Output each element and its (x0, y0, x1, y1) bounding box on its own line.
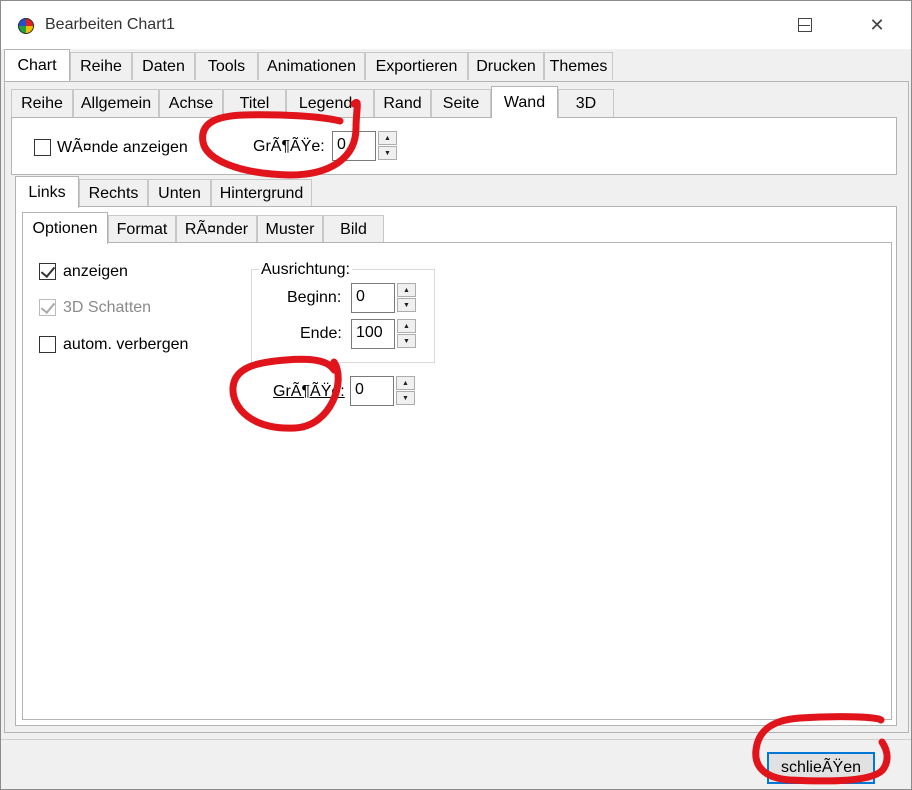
tab-label: Drucken (476, 57, 536, 75)
begin-label: Beginn: (287, 289, 342, 306)
end-stepper[interactable]: ▲ ▼ (397, 319, 416, 349)
tab-label: Allgemein (80, 94, 152, 112)
tab-tools[interactable]: Tools (195, 52, 258, 80)
arrow-up-icon[interactable]: ▲ (396, 376, 415, 390)
tab-label: Legende (298, 94, 362, 112)
autohide-checkbox[interactable] (39, 336, 56, 353)
begin-stepper[interactable]: ▲ ▼ (397, 283, 416, 313)
alignment-group-title: Ausrichtung: (259, 261, 352, 279)
tab-label: Rand (383, 94, 422, 112)
tab-label: Wand (503, 93, 546, 111)
close-icon: ✕ (869, 15, 885, 35)
end-label: Ende: (300, 325, 342, 342)
tab-label: Muster (265, 220, 315, 238)
tab-3d[interactable]: 3D (558, 89, 614, 117)
tab-seite[interactable]: Seite (431, 89, 491, 117)
tab-achse[interactable]: Achse (159, 89, 223, 117)
app-icon (18, 18, 34, 34)
tab-label: Seite (442, 94, 480, 112)
arrow-down-icon[interactable]: ▼ (396, 391, 415, 405)
tab-label: Tools (207, 57, 246, 75)
tab-titel[interactable]: Titel (223, 89, 286, 117)
tab-reihe[interactable]: Reihe (70, 52, 132, 80)
wall-size-stepper[interactable]: ▲ ▼ (378, 131, 397, 161)
tab-rand[interactable]: Rand (374, 89, 431, 117)
close-dialog-button[interactable]: schlieÃŸen (767, 752, 875, 784)
wand-settings-panel: WÃ¤nde anzeigen GrÃ¶ÃŸe: 0 ▲ ▼ (11, 117, 897, 175)
show-walls-checkbox[interactable] (34, 139, 51, 156)
option-size-stepper[interactable]: ▲ ▼ (396, 376, 415, 406)
tab-label: Reihe (21, 94, 63, 112)
tab-chart[interactable]: Chart (4, 49, 70, 81)
main-tab-row: Chart Reihe Daten Tools Animationen Expo… (4, 49, 909, 81)
show-walls-label: WÃ¤nde anzeigen (57, 139, 188, 156)
tab-label: Daten (142, 57, 185, 75)
tab-allgemein[interactable]: Allgemein (73, 89, 159, 117)
tab-optionen[interactable]: Optionen (22, 212, 108, 244)
arrow-down-icon[interactable]: ▼ (397, 334, 416, 348)
close-window-button[interactable]: ✕ (854, 1, 900, 49)
tab-label: Achse (168, 94, 214, 112)
options-page-panel: anzeigen 3D Schatten autom. verbergen Au… (22, 242, 892, 720)
tab-muster[interactable]: Muster (257, 215, 323, 243)
end-input[interactable]: 100 (351, 319, 395, 349)
tab-wand[interactable]: Wand (491, 86, 558, 118)
begin-input[interactable]: 0 (351, 283, 395, 313)
tab-label: Optionen (32, 219, 98, 237)
tab-links[interactable]: Links (15, 176, 79, 208)
tab-label: Exportieren (375, 57, 458, 75)
wall-size-label: GrÃ¶ÃŸe: (253, 138, 325, 155)
tab-animationen[interactable]: Animationen (258, 52, 365, 80)
maximize-icon (798, 18, 812, 32)
shadow-3d-checkbox[interactable] (39, 299, 56, 316)
wall-size-input[interactable]: 0 (332, 131, 376, 161)
tab-label: 3D (575, 94, 597, 112)
tab-format[interactable]: Format (108, 215, 176, 243)
tab-label: Reihe (80, 57, 122, 75)
close-dialog-label: schlieÃŸen (780, 759, 862, 776)
tab-daten[interactable]: Daten (132, 52, 195, 80)
tab-label: Unten (158, 184, 201, 202)
option-size-label: GrÃ¶ÃŸe: (273, 383, 345, 400)
footer-separator (1, 739, 911, 740)
tab-label: Chart (17, 56, 57, 74)
window-title: Bearbeiten Chart1 (45, 16, 175, 33)
title-bar[interactable]: Bearbeiten Chart1 (1, 1, 911, 49)
tab-themes[interactable]: Themes (544, 52, 613, 80)
option-size-input[interactable]: 0 (350, 376, 394, 406)
tab-label: Hintergrund (219, 184, 304, 202)
tab-drucken[interactable]: Drucken (468, 52, 544, 80)
arrow-down-icon[interactable]: ▼ (378, 146, 397, 160)
show-wall-label: anzeigen (63, 263, 128, 280)
options-subtab-row: Optionen Format RÃ¤nder Muster Bild (22, 212, 892, 244)
tab-legende[interactable]: Legende (286, 89, 374, 117)
arrow-down-icon[interactable]: ▼ (397, 298, 416, 312)
tab-raender[interactable]: RÃ¤nder (176, 215, 257, 243)
tab-label: Links (28, 183, 66, 201)
tab-label: Rechts (88, 184, 139, 202)
chart-subtab-row: Reihe Allgemein Achse Titel Legende Rand… (11, 86, 906, 118)
wall-subtab-row: Links Rechts Unten Hintergrund (15, 176, 905, 208)
tab-label: Bild (340, 220, 367, 238)
tab-label: Format (116, 220, 168, 238)
tab-unten[interactable]: Unten (148, 179, 211, 207)
maximize-button-area[interactable] (782, 1, 828, 49)
show-wall-checkbox[interactable] (39, 263, 56, 280)
tab-label: Themes (549, 57, 608, 75)
tab-label: RÃ¤nder (184, 220, 249, 238)
tab-hintergrund[interactable]: Hintergrund (211, 179, 312, 207)
arrow-up-icon[interactable]: ▲ (397, 283, 416, 297)
tab-label: Animationen (267, 57, 356, 75)
autohide-label: autom. verbergen (63, 336, 189, 353)
shadow-3d-label: 3D Schatten (63, 299, 152, 316)
arrow-up-icon[interactable]: ▲ (378, 131, 397, 145)
dialog-window: Bearbeiten Chart1 ✕ Chart Reihe Daten To… (0, 0, 912, 790)
tab-bild[interactable]: Bild (323, 215, 384, 243)
tab-exportieren[interactable]: Exportieren (365, 52, 468, 80)
arrow-up-icon[interactable]: ▲ (397, 319, 416, 333)
tab-rechts[interactable]: Rechts (79, 179, 148, 207)
tab-reihe-sub[interactable]: Reihe (11, 89, 73, 117)
tab-label: Titel (239, 94, 270, 112)
